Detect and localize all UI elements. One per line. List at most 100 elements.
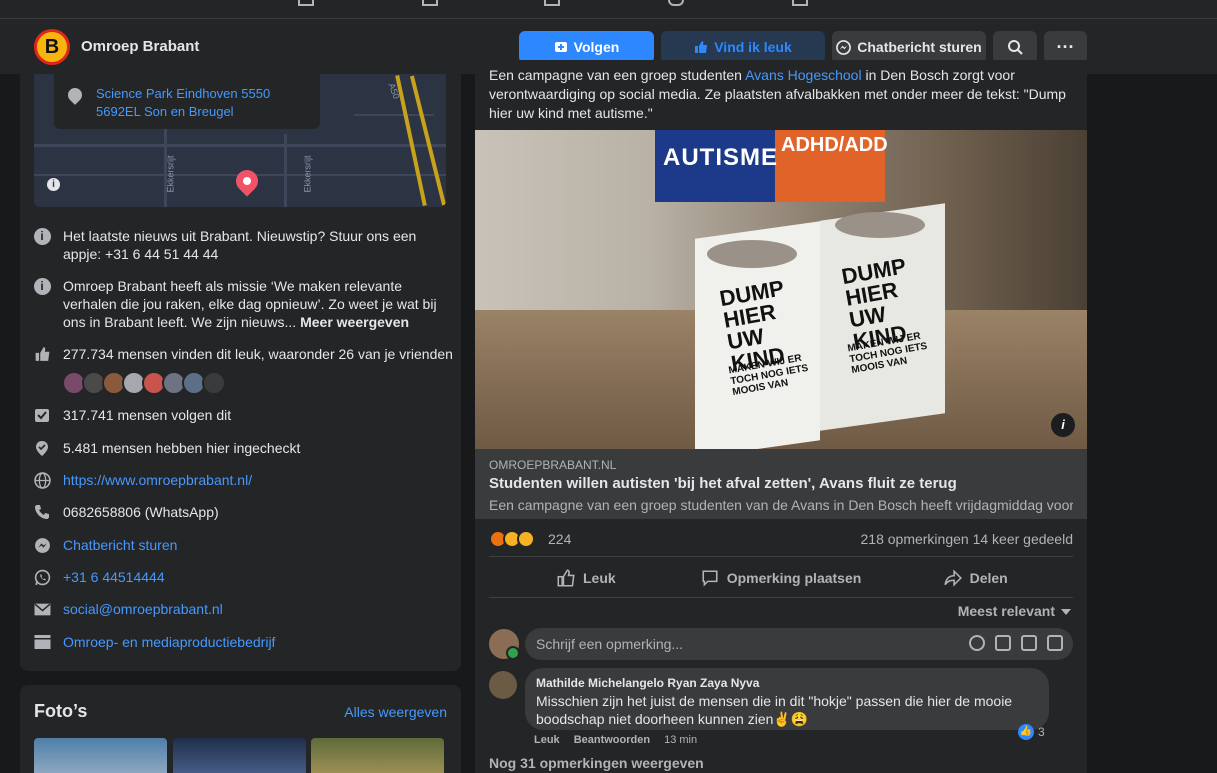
search-page-button[interactable] (993, 31, 1037, 63)
phone-link[interactable]: +31 6 44514444 (63, 568, 453, 586)
map-label-street: Ekkersrijt (165, 155, 176, 193)
link-title[interactable]: Studenten willen autisten 'bij het afval… (489, 475, 957, 492)
photo-thumbnail[interactable] (173, 738, 306, 773)
like-page-label: Vind ik leuk (714, 39, 792, 55)
more-comments-link[interactable]: Nog 31 opmerkingen weergeven (489, 755, 704, 771)
globe-icon (33, 471, 51, 489)
see-more-link[interactable]: Meer weergeven (300, 314, 409, 330)
emoji-icon[interactable] (969, 635, 985, 651)
more-options-button[interactable]: ··· (1044, 31, 1087, 63)
groups-tab-icon[interactable] (668, 0, 684, 6)
like-page-button[interactable]: Vind ik leuk (661, 31, 825, 63)
send-message-link[interactable]: Chatbericht sturen (63, 536, 453, 554)
like-reaction-icon: 👍 (1018, 724, 1034, 740)
comment-placeholder: Schrijf een opmerking... (536, 636, 684, 652)
checkins-text: 5.481 mensen hebben hier ingecheckt (63, 440, 301, 456)
comment-bubble: Mathilde Michelangelo Ryan Zaya Nyva Mis… (525, 668, 1049, 730)
more-friends-icon[interactable] (202, 371, 226, 395)
thumbs-up-icon (35, 347, 49, 361)
post-image[interactable]: AUTISME ADHD/ADD DUMP HIER UW KIND MAKEN… (475, 130, 1087, 449)
map-info-icon[interactable]: i (47, 178, 60, 191)
map-marker-icon (231, 165, 263, 197)
page-title[interactable]: Omroep Brabant (81, 38, 199, 55)
info-icon: i (33, 227, 51, 245)
address-box: Science Park Eindhoven 5550 5692EL Son e… (54, 74, 320, 129)
website-link[interactable]: https://www.omroepbrabant.nl/ (63, 471, 453, 489)
photos-title: Foto’s (34, 701, 88, 721)
comment-like-link[interactable]: Leuk (534, 734, 560, 746)
comment-sort-dropdown[interactable]: Meest relevant (958, 603, 1071, 619)
like-action-label: Leuk (582, 570, 616, 586)
send-message-button[interactable]: Chatbericht sturen (832, 31, 986, 63)
follows-row: 317.741 mensen volgen dit (33, 406, 453, 424)
sticker-icon[interactable] (1047, 635, 1063, 651)
sign-autisme: AUTISME (663, 144, 778, 171)
avans-link[interactable]: Avans Hogeschool (745, 67, 861, 83)
divider (489, 556, 1073, 557)
address-text[interactable]: Science Park Eindhoven 5550 5692EL Son e… (96, 85, 270, 121)
about-intro: i Het laatste nieuws uit Brabant. Nieuws… (33, 227, 453, 263)
image-info-icon[interactable]: i (1051, 413, 1075, 437)
reaction-icons[interactable] (489, 530, 535, 548)
thumbs-up-icon (695, 41, 708, 53)
email-icon (34, 603, 50, 615)
comments-shares-count[interactable]: 218 opmerkingen 14 keer gedeeld (861, 531, 1074, 547)
gaming-tab-icon[interactable] (792, 0, 808, 6)
divider (489, 597, 1073, 598)
comment-action-label: Opmerking plaatsen (726, 570, 862, 586)
link-preview[interactable]: OMROEPBRABANT.NL Studenten willen autist… (475, 449, 1087, 519)
reaction-count[interactable]: 224 (548, 531, 571, 547)
chevron-down-icon (1061, 609, 1071, 616)
search-icon (1008, 40, 1023, 55)
see-all-photos-link[interactable]: Alles weergeven (344, 704, 447, 720)
like-action-button[interactable]: Leuk (489, 560, 684, 596)
follow-label: Volgen (573, 39, 620, 55)
watch-tab-icon[interactable] (422, 0, 438, 6)
photo-thumbnail[interactable] (311, 738, 444, 773)
category-row: Omroep- en mediaproductiebedrijf (33, 633, 453, 651)
location-map[interactable]: A50 Ekkersrijt Ekkersrijt Science Park E… (34, 74, 446, 207)
comment-action-button[interactable]: Opmerking plaatsen (684, 560, 879, 596)
messenger-icon (836, 39, 852, 55)
address-line-2: 5692EL Son en Breugel (96, 104, 234, 119)
friends-avatars[interactable] (62, 371, 226, 395)
gif-icon[interactable] (1021, 635, 1037, 651)
comment-time[interactable]: 13 min (664, 734, 697, 746)
address-line-1: Science Park Eindhoven 5550 (96, 86, 271, 101)
email-row: social@omroepbrabant.nl (33, 600, 453, 618)
follow-button[interactable]: Volgen (519, 31, 654, 63)
thumbs-up-icon (557, 569, 575, 587)
share-action-button[interactable]: Delen (878, 560, 1073, 596)
follows-text: 317.741 mensen volgen dit (63, 407, 232, 423)
map-label-street-2: Ekkersrijt (302, 155, 313, 193)
photo-thumbnail[interactable] (34, 738, 167, 773)
sign-adhd: ADHD/ADD (781, 134, 888, 156)
comment-reactions[interactable]: 👍 3 (1018, 724, 1045, 740)
link-description: Een campagne van een groep studenten van… (489, 497, 1073, 513)
home-tab-icon[interactable] (298, 0, 314, 6)
current-user-avatar[interactable] (489, 629, 520, 660)
comment-reply-link[interactable]: Beantwoorden (574, 734, 650, 746)
sort-label: Meest relevant (957, 603, 1055, 619)
follow-icon (554, 42, 567, 52)
sad-reaction-icon (517, 530, 535, 548)
comment-icon (702, 570, 718, 587)
top-navigation-bar (0, 0, 1217, 19)
omroep-brabant-logo[interactable]: B (34, 29, 70, 65)
category-link[interactable]: Omroep- en mediaproductiebedrijf (63, 633, 453, 651)
marketplace-tab-icon[interactable] (544, 0, 560, 6)
camera-icon[interactable] (995, 635, 1011, 651)
likes-text: 277.734 mensen vinden dit leuk, waaronde… (63, 346, 453, 362)
messenger-icon (34, 537, 50, 553)
comment-author[interactable]: Mathilde Michelangelo Ryan Zaya Nyva (536, 676, 759, 690)
about-card: A50 Ekkersrijt Ekkersrijt Science Park E… (20, 74, 461, 671)
email-link[interactable]: social@omroepbrabant.nl (63, 600, 453, 618)
send-message-label: Chatbericht sturen (857, 39, 982, 55)
website-row: https://www.omroepbrabant.nl/ (33, 471, 453, 489)
commenter-avatar[interactable] (489, 671, 517, 699)
comment-input-tools (969, 635, 1063, 651)
more-options-icon: ··· (1056, 36, 1075, 57)
film-icon (34, 635, 50, 649)
info-icon: i (33, 277, 51, 295)
comment-input[interactable]: Schrijf een opmerking... (525, 628, 1073, 660)
